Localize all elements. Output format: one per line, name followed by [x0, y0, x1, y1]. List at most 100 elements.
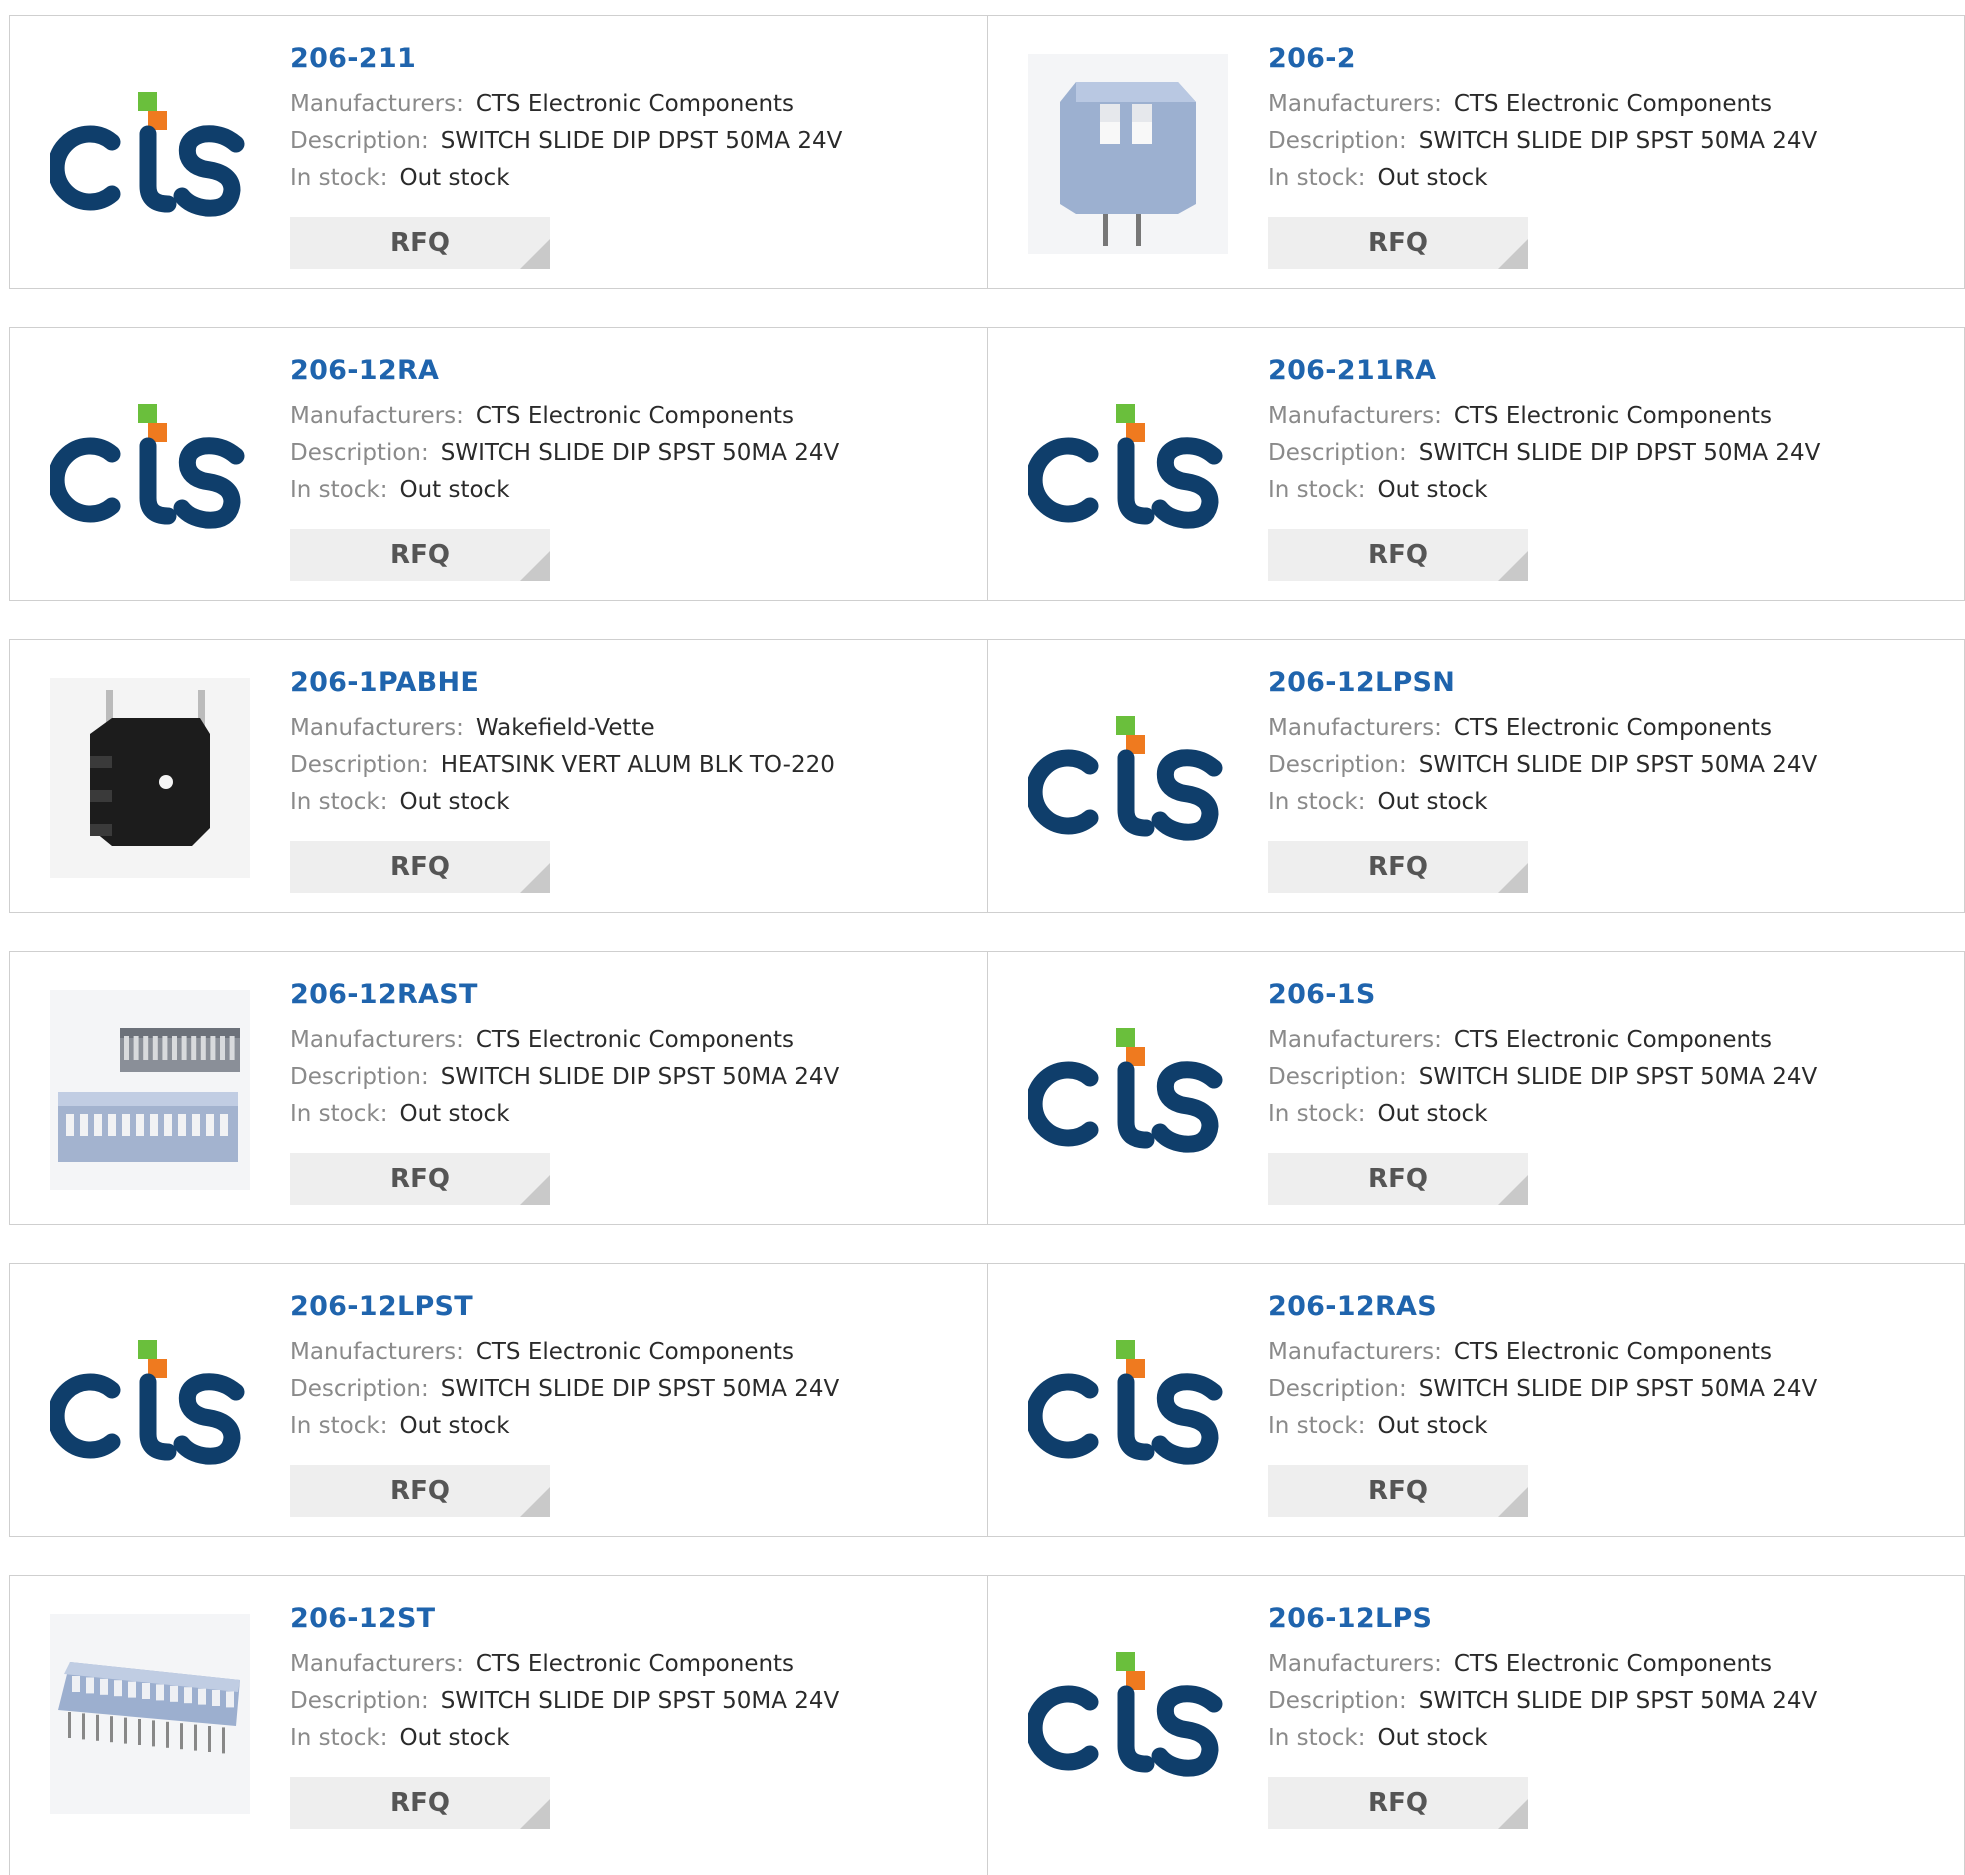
stock-value: Out stock [399, 165, 510, 191]
product-image-link[interactable] [50, 366, 250, 566]
part-number-link[interactable]: 206-12ST [290, 1602, 967, 1636]
product-row: 206-1PABHE Manufacturers: Wakefield-Vette… [9, 639, 1965, 913]
cts-logo-icon [1028, 1340, 1223, 1465]
product-image-link[interactable] [1028, 990, 1228, 1190]
product-card: 206-211 Manufacturers: CTS Electronic Com… [9, 16, 987, 288]
rfq-button[interactable]: RFQ [1268, 217, 1528, 269]
product-row: 206-12LPST Manufacturers: CTS Electronic … [9, 1263, 1965, 1537]
part-number-link[interactable]: 206-12LPST [290, 1290, 967, 1324]
manufacturer-row: Manufacturers: CTS Electronic Components [290, 398, 967, 435]
product-image-link[interactable] [1028, 1302, 1228, 1502]
rfq-button[interactable]: RFQ [1268, 841, 1528, 893]
description-row: Description: SWITCH SLIDE DIP SPST 50MA 2… [1268, 747, 1944, 784]
cts-logo-icon [50, 1340, 245, 1465]
stock-label: In stock: [290, 1101, 388, 1127]
product-image-link[interactable] [1028, 678, 1228, 878]
part-number-link[interactable]: 206-2 [1268, 42, 1944, 76]
cts-logo-icon [50, 404, 245, 529]
manufacturer-label: Manufacturers: [1268, 1027, 1442, 1053]
cts-logo-icon [50, 92, 245, 217]
button-corner-decoration [520, 1175, 550, 1205]
rfq-label: RFQ [1368, 1788, 1428, 1818]
rfq-label: RFQ [1368, 228, 1428, 258]
part-number-link[interactable]: 206-12RAS [1268, 1290, 1944, 1324]
manufacturer-value: CTS Electronic Components [1453, 1651, 1773, 1677]
description-value: SWITCH SLIDE DIP SPST 50MA 24V [440, 440, 840, 466]
product-image-link[interactable] [50, 990, 250, 1190]
product-row: 206-211 Manufacturers: CTS Electronic Com… [9, 15, 1965, 289]
description-value: HEATSINK VERT ALUM BLK TO-220 [440, 752, 835, 778]
stock-value: Out stock [399, 1725, 510, 1751]
dip-switch-array-icon [50, 1614, 250, 1814]
product-info: 206-211RA Manufacturers: CTS Electronic C… [1268, 354, 1944, 509]
rfq-button[interactable]: RFQ [290, 217, 550, 269]
rfq-button[interactable]: RFQ [290, 841, 550, 893]
part-number-link[interactable]: 206-12LPSN [1268, 666, 1944, 700]
stock-value: Out stock [1377, 165, 1488, 191]
rfq-button[interactable]: RFQ [290, 1777, 550, 1829]
rfq-label: RFQ [390, 228, 450, 258]
rfq-label: RFQ [390, 540, 450, 570]
description-value: SWITCH SLIDE DIP SPST 50MA 24V [1418, 128, 1818, 154]
stock-label: In stock: [1268, 1101, 1366, 1127]
part-number-link[interactable]: 206-1S [1268, 978, 1944, 1012]
manufacturer-value: CTS Electronic Components [475, 1651, 795, 1677]
button-corner-decoration [520, 863, 550, 893]
description-row: Description: SWITCH SLIDE DIP SPST 50MA 2… [1268, 1683, 1944, 1720]
rfq-button[interactable]: RFQ [1268, 529, 1528, 581]
button-corner-decoration [1498, 1799, 1528, 1829]
stock-label: In stock: [1268, 1725, 1366, 1751]
product-image-link[interactable] [50, 54, 250, 254]
rfq-button[interactable]: RFQ [290, 1153, 550, 1205]
rfq-label: RFQ [1368, 1476, 1428, 1506]
stock-value: Out stock [1377, 477, 1488, 503]
product-card: 206-211RA Manufacturers: CTS Electronic C… [987, 328, 1965, 600]
product-image-link[interactable] [1028, 1614, 1228, 1814]
part-number-link[interactable]: 206-211 [290, 42, 967, 76]
rfq-button[interactable]: RFQ [290, 1465, 550, 1517]
product-info: 206-12RA Manufacturers: CTS Electronic Co… [290, 354, 967, 509]
description-label: Description: [290, 1064, 429, 1090]
product-image-link[interactable] [50, 1614, 250, 1814]
rfq-button[interactable]: RFQ [1268, 1465, 1528, 1517]
product-info: 206-211 Manufacturers: CTS Electronic Com… [290, 42, 967, 197]
product-card: 206-1S Manufacturers: CTS Electronic Comp… [987, 952, 1965, 1224]
part-number-link[interactable]: 206-12RAST [290, 978, 967, 1012]
cts-logo-icon [1028, 1652, 1223, 1777]
rfq-label: RFQ [1368, 852, 1428, 882]
product-image-link[interactable] [1028, 54, 1228, 254]
stock-row: In stock: Out stock [290, 160, 967, 197]
manufacturer-row: Manufacturers: CTS Electronic Components [290, 1646, 967, 1683]
part-number-link[interactable]: 206-12LPS [1268, 1602, 1944, 1636]
description-label: Description: [1268, 440, 1407, 466]
dip-switch-icon [1028, 54, 1228, 254]
rfq-button[interactable]: RFQ [1268, 1153, 1528, 1205]
rfq-label: RFQ [390, 852, 450, 882]
stock-row: In stock: Out stock [290, 1096, 967, 1133]
rfq-button[interactable]: RFQ [1268, 1777, 1528, 1829]
manufacturer-value: CTS Electronic Components [475, 1027, 795, 1053]
part-number-link[interactable]: 206-1PABHE [290, 666, 967, 700]
product-grid: 206-211 Manufacturers: CTS Electronic Com… [9, 15, 1965, 1875]
description-label: Description: [290, 752, 429, 778]
stock-label: In stock: [290, 477, 388, 503]
description-label: Description: [1268, 1064, 1407, 1090]
rfq-label: RFQ [390, 1164, 450, 1194]
product-image-link[interactable] [50, 1302, 250, 1502]
description-label: Description: [1268, 1376, 1407, 1402]
stock-value: Out stock [1377, 1413, 1488, 1439]
product-info: 206-1PABHE Manufacturers: Wakefield-Vette… [290, 666, 967, 821]
product-row: 206-12RA Manufacturers: CTS Electronic Co… [9, 327, 1965, 601]
description-row: Description: SWITCH SLIDE DIP SPST 50MA 2… [290, 1059, 967, 1096]
part-number-link[interactable]: 206-211RA [1268, 354, 1944, 388]
product-image-link[interactable] [50, 678, 250, 878]
part-number-link[interactable]: 206-12RA [290, 354, 967, 388]
manufacturer-row: Manufacturers: CTS Electronic Components [290, 86, 967, 123]
product-info: 206-2 Manufacturers: CTS Electronic Compo… [1268, 42, 1944, 197]
manufacturer-label: Manufacturers: [1268, 403, 1442, 429]
description-row: Description: SWITCH SLIDE DIP DPST 50MA 2… [290, 123, 967, 160]
rfq-button[interactable]: RFQ [290, 529, 550, 581]
description-value: SWITCH SLIDE DIP SPST 50MA 24V [1418, 1376, 1818, 1402]
stock-label: In stock: [1268, 477, 1366, 503]
product-image-link[interactable] [1028, 366, 1228, 566]
